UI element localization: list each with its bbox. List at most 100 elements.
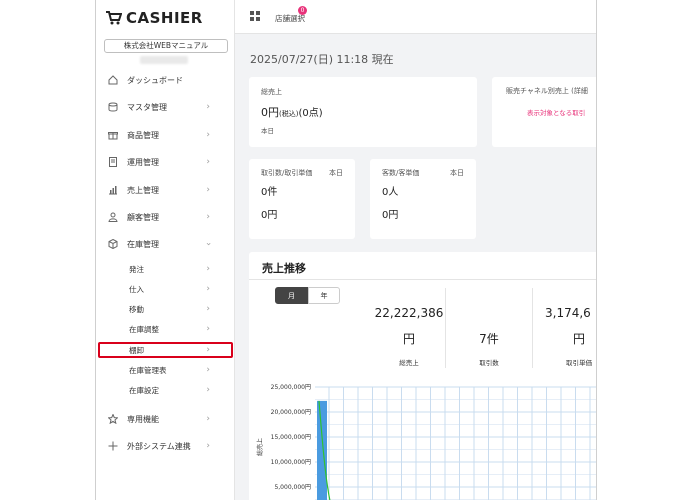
period-label: 本日 — [450, 169, 464, 177]
current-datetime: 2025/07/27(日) 11:18 現在 — [250, 53, 394, 66]
sidebar-item-special[interactable]: 専用機能 › — [96, 409, 234, 429]
item-count: (0点) — [298, 108, 323, 119]
card-label: 取引数/取引単価 — [261, 169, 313, 177]
sales-trend-panel: 売上推移 月 年 22,222,386 円 総売上 7件 取引数 3,174,6… — [249, 252, 596, 500]
divider — [445, 288, 446, 368]
period-label: 本日 — [261, 127, 274, 135]
sidebar-subitem-label: 在庫設定 — [129, 385, 159, 395]
company-selector[interactable]: 株式会社WEBマニュアル — [104, 39, 228, 53]
notification-badge: 0 — [298, 6, 307, 15]
stat-transactions-value: 7件 — [479, 332, 499, 346]
sidebar-item-customers[interactable]: 顧客管理 › — [96, 207, 234, 227]
y-tick-label: 15,000,000円 — [271, 434, 311, 441]
card-label: 総売上 — [261, 88, 282, 96]
channel-notice: 表示対象となる取引 — [527, 109, 586, 117]
customer-unit-price: 0円 — [382, 210, 399, 221]
cart-icon — [106, 11, 122, 25]
sidebar-subitem-purchase[interactable]: 仕入 › — [96, 281, 234, 297]
period-label: 本日 — [329, 169, 343, 177]
database-icon — [106, 102, 120, 112]
divider — [532, 288, 533, 368]
sidebar-item-label: 外部システム連携 — [127, 441, 191, 451]
stat-unit-price-label: 取引単価 — [566, 359, 592, 367]
sidebar-item-label: ダッシュボード — [127, 75, 183, 85]
stat-total-sales-label: 総売上 — [399, 359, 419, 367]
y-tick-label: 5,000,000円 — [274, 484, 311, 491]
home-icon — [106, 75, 120, 85]
chevron-right-icon: › — [206, 130, 210, 140]
sidebar-item-label: 商品管理 — [127, 130, 159, 140]
brand-name: CASHIER — [126, 9, 203, 27]
toggle-month[interactable]: 月 — [275, 287, 308, 304]
chevron-right-icon: › — [206, 185, 210, 195]
sidebar-item-external[interactable]: 外部システム連携 › — [96, 436, 234, 456]
user-icon — [106, 212, 120, 222]
y-tick-label: 25,000,000円 — [271, 384, 311, 391]
bar-chart-icon — [106, 185, 120, 195]
sidebar-subitem-order[interactable]: 発注 › — [96, 261, 234, 277]
tax-note: (税込) — [279, 110, 299, 118]
sales-chart: 25,000,000円 20,000,000円 15,000,000円 10,000,… — [256, 384, 596, 500]
sidebar-item-dashboard[interactable]: ダッシュボード — [96, 70, 234, 90]
highlight-box — [98, 342, 233, 358]
star-icon — [106, 414, 120, 424]
toggle-year[interactable]: 年 — [308, 287, 340, 304]
sidebar-subitem-adjustment[interactable]: 在庫調整 › — [96, 321, 234, 337]
grid-menu-icon[interactable] — [250, 11, 260, 21]
chevron-right-icon: › — [206, 304, 210, 314]
divider — [249, 279, 596, 280]
chevron-right-icon: › — [206, 284, 210, 294]
chevron-right-icon: › — [206, 324, 210, 334]
chevron-down-icon: › — [203, 242, 214, 246]
sidebar-item-label: マスタ管理 — [127, 102, 167, 112]
sidebar-item-label: 在庫管理 — [127, 239, 159, 249]
sidebar-subitem-label: 在庫管理表 — [129, 365, 167, 375]
sidebar-subitem-label: 発注 — [129, 264, 144, 274]
y-axis-label: 総売上 — [256, 438, 264, 456]
sales-amount: 0円 — [261, 106, 279, 119]
gift-icon — [106, 130, 120, 140]
stat-total-sales-value: 22,222,386 — [374, 306, 444, 320]
card-label: 販売チャネル別売上 (詳細 — [506, 87, 588, 95]
sidebar-subitem-label: 移動 — [129, 304, 144, 314]
stat-transactions-label: 取引数 — [479, 359, 499, 367]
y-tick-label: 20,000,000円 — [271, 409, 311, 416]
sidebar-subitem-inventory-settings[interactable]: 在庫設定 › — [96, 382, 234, 398]
transaction-unit-price: 0円 — [261, 210, 278, 221]
sidebar-item-inventory[interactable]: 在庫管理 › — [96, 234, 234, 254]
user-name-blurred — [140, 56, 188, 64]
chevron-right-icon: › — [206, 441, 210, 451]
chevron-right-icon: › — [206, 102, 210, 112]
sidebar-item-products[interactable]: 商品管理 › — [96, 125, 234, 145]
stat-total-sales-unit: 円 — [402, 332, 415, 346]
customer-count: 0人 — [382, 187, 399, 198]
transaction-count: 0件 — [261, 187, 278, 198]
sidebar-subitem-transfer[interactable]: 移動 › — [96, 301, 234, 317]
channel-sales-card: 販売チャネル別売上 (詳細 表示対象となる取引 — [492, 77, 596, 147]
chevron-right-icon: › — [206, 385, 210, 395]
chevron-right-icon: › — [206, 414, 210, 424]
sidebar-item-label: 売上管理 — [127, 185, 159, 195]
total-sales-card: 総売上 0円(税込)(0点) 本日 — [249, 77, 477, 147]
stat-unit-price-unit: 円 — [572, 332, 585, 346]
sidebar-subitem-label: 在庫調整 — [129, 324, 159, 334]
transactions-card: 取引数/取引単価 本日 0件 0円 — [249, 159, 355, 239]
chevron-right-icon: › — [206, 365, 210, 375]
sidebar-item-label: 専用機能 — [127, 414, 159, 424]
plus-icon — [106, 441, 120, 451]
sidebar-item-operations[interactable]: 運用管理 › — [96, 152, 234, 172]
sidebar-item-master[interactable]: マスタ管理 › — [96, 97, 234, 117]
box-icon — [106, 239, 120, 249]
y-tick-label: 10,000,000円 — [271, 459, 311, 466]
sidebar-item-label: 運用管理 — [127, 157, 159, 167]
total-sales-value: 0円(税込)(0点) — [261, 104, 323, 120]
sidebar-subitem-inventory-table[interactable]: 在庫管理表 › — [96, 362, 234, 378]
brand-logo[interactable]: CASHIER — [106, 9, 203, 27]
document-icon — [106, 157, 120, 167]
sidebar-item-sales[interactable]: 売上管理 › — [96, 180, 234, 200]
chevron-right-icon: › — [206, 157, 210, 167]
stat-unit-price-value: 3,174,6 — [545, 306, 591, 320]
chevron-right-icon: › — [206, 212, 210, 222]
top-bar: 店舗選択 0 — [235, 0, 596, 34]
section-title: 売上推移 — [262, 262, 306, 275]
